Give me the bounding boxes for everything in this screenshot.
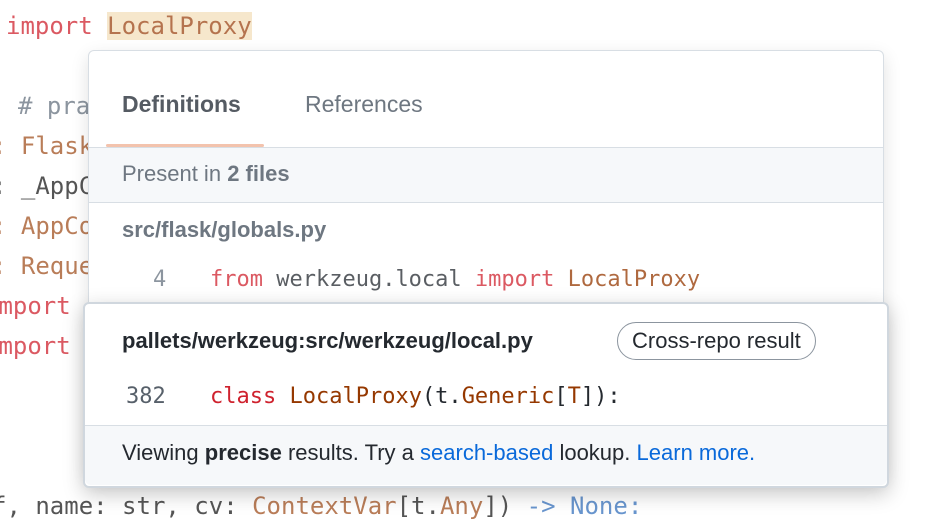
tab-references[interactable]: References	[305, 91, 423, 118]
precise-results-footer: Viewing precise results. Try a search-ba…	[85, 425, 887, 485]
tab-definitions[interactable]: Definitions	[122, 91, 241, 118]
cross-repo-badge: Cross-repo result	[617, 322, 816, 360]
present-in-text: Present in 2 files	[122, 161, 290, 186]
learn-more-link[interactable]: Learn more.	[637, 440, 756, 465]
code-line: import	[0, 292, 71, 320]
code-line: : AppCo	[0, 212, 94, 240]
code-keyword: import	[6, 12, 93, 40]
present-in-bar: Present in 2 files	[89, 147, 883, 203]
code-line: : _AppC	[0, 172, 94, 200]
result-code: class LocalProxy(t.Generic[T]):	[210, 384, 621, 409]
line-number: 4	[153, 267, 167, 292]
search-based-link[interactable]: search-based	[420, 440, 553, 465]
code-line: import	[0, 332, 71, 360]
definition-file-name[interactable]: src/flask/globals.py	[122, 217, 326, 243]
code-comment: # pra	[18, 92, 91, 120]
result-file-path[interactable]: pallets/werkzeug:src/werkzeug/local.py	[122, 328, 533, 354]
code-line: : Reque	[0, 252, 94, 280]
code-line: import LocalProxy	[6, 12, 252, 40]
cross-repo-result-card: pallets/werkzeug:src/werkzeug/local.py C…	[83, 302, 889, 488]
highlighted-symbol[interactable]: LocalProxy	[107, 12, 252, 40]
popover-tabs: Definitions References	[89, 51, 883, 147]
result-code-line[interactable]: 382 class LocalProxy(t.Generic[T]):	[85, 376, 887, 418]
definition-line[interactable]: 4 from werkzeug.local import LocalProxy	[89, 263, 883, 303]
file-count: 2 files	[227, 161, 290, 186]
code-line: f, name: str, cv: ContextVar[t.Any]) -> …	[0, 492, 643, 520]
definition-code: from werkzeug.local import LocalProxy	[210, 267, 701, 292]
line-number: 382	[126, 384, 166, 409]
code-line: : Flask	[0, 132, 94, 160]
footer-text: Viewing precise results. Try a search-ba…	[122, 440, 756, 465]
